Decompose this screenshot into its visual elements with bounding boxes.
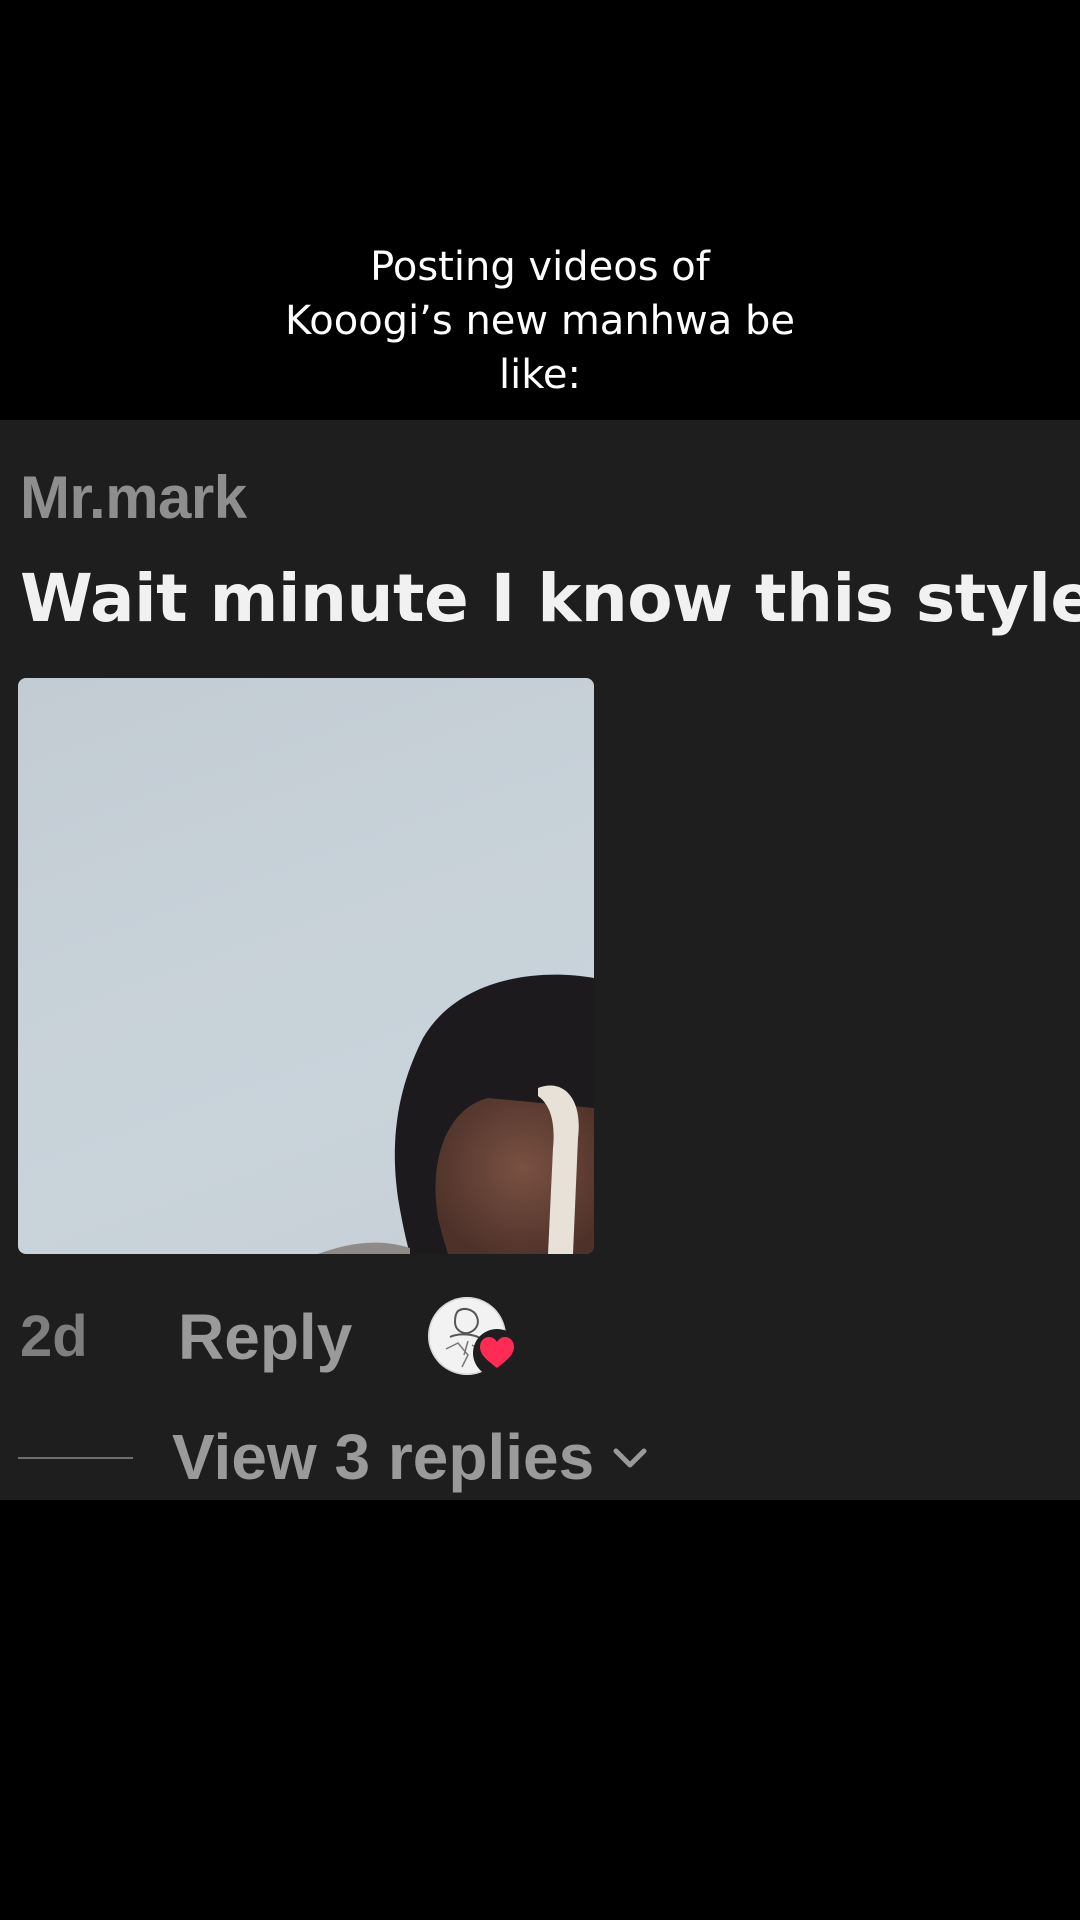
comment-username[interactable]: Mr.mark	[20, 463, 247, 532]
comment-timestamp: 2d	[20, 1304, 88, 1369]
view-replies-button[interactable]: View 3 replies	[172, 1420, 650, 1494]
comment-media-image[interactable]	[18, 678, 594, 1254]
reply-button[interactable]: Reply	[178, 1300, 352, 1374]
caption-line-3: like:	[498, 352, 582, 398]
view-replies-label: View 3 replies	[172, 1421, 595, 1493]
replies-divider	[18, 1457, 133, 1459]
comment-text: Wait minute I know this style	[20, 560, 1080, 637]
heart-icon	[472, 1328, 522, 1378]
caption-line-1: Posting videos of	[370, 244, 710, 290]
chevron-down-icon	[613, 1448, 647, 1468]
video-caption: Posting videos of Kooogi’s new manhwa be…	[0, 240, 1080, 402]
media-photo-shape	[318, 974, 594, 1254]
caption-line-2: Kooogi’s new manhwa be	[285, 298, 795, 344]
